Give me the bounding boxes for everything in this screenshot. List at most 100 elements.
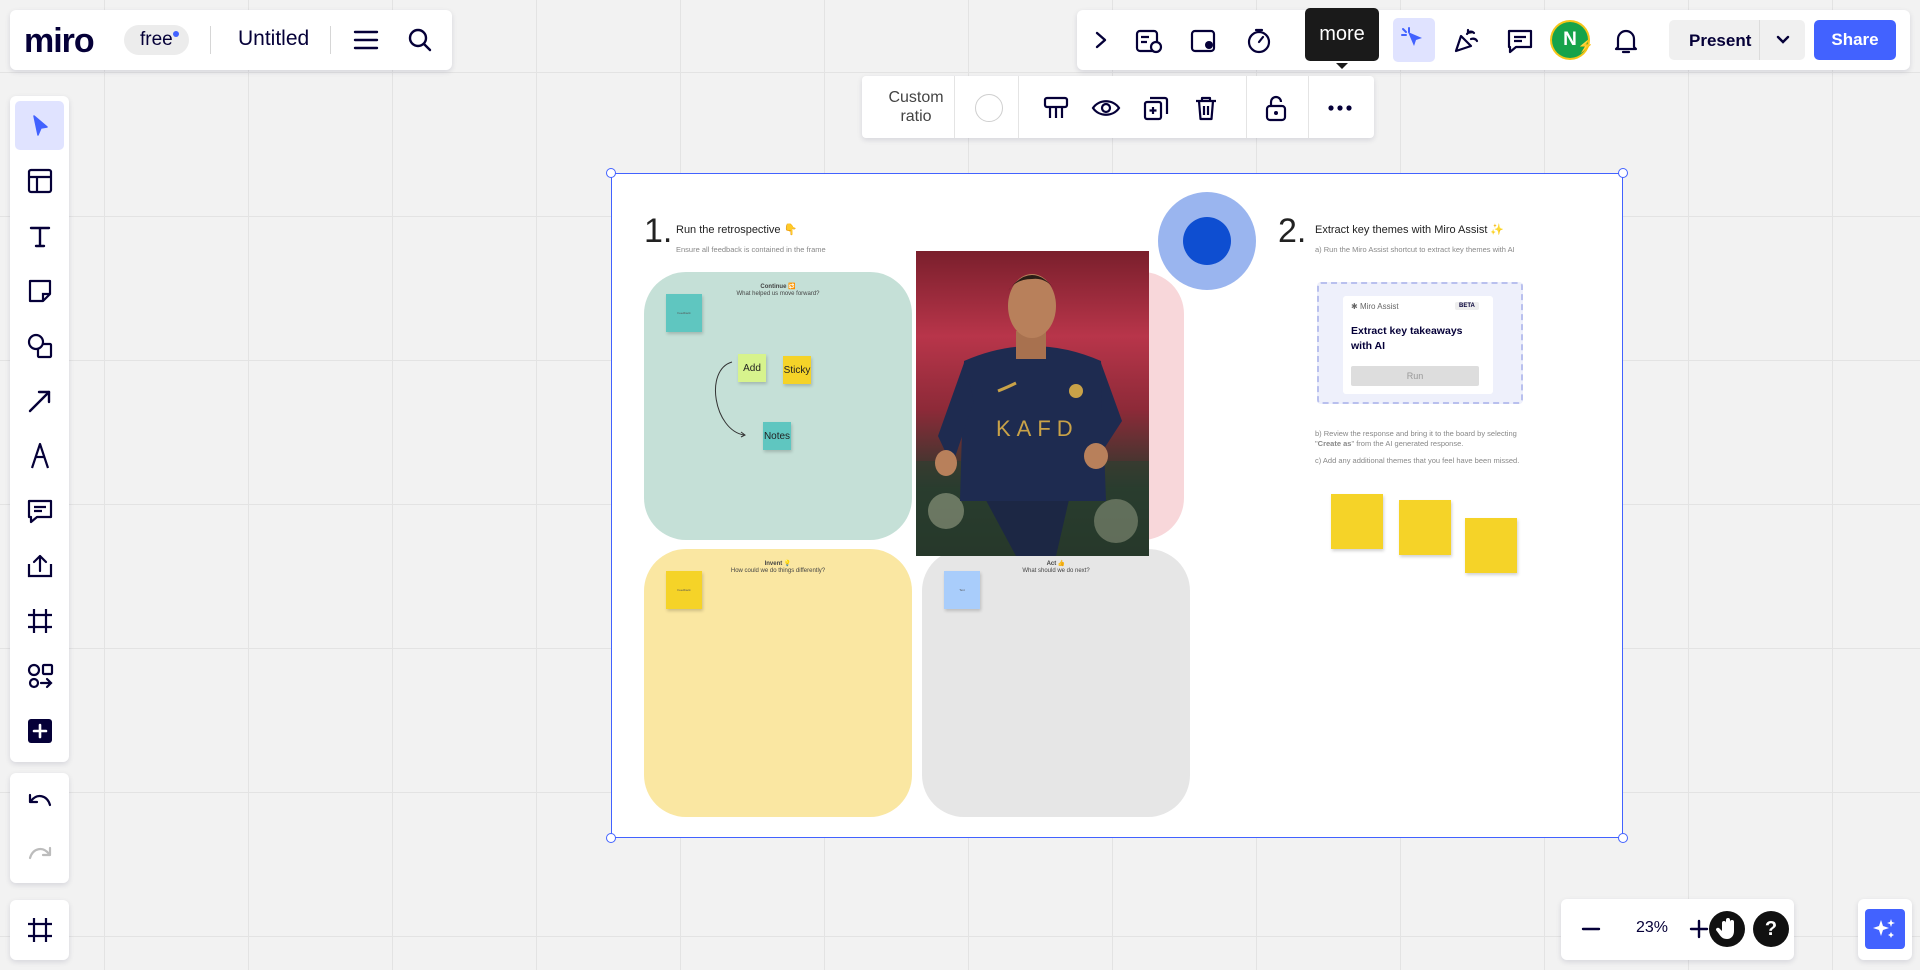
celebrate-icon[interactable] xyxy=(1447,22,1485,60)
invent-title: Invent 💡 xyxy=(764,561,792,567)
notifications-bell-icon[interactable] xyxy=(1607,22,1645,60)
resize-handle-top-right[interactable] xyxy=(1618,168,1628,178)
step-1-number: 1. xyxy=(644,212,673,250)
instruction-b-bold: Create as xyxy=(1317,439,1352,448)
user-avatar[interactable]: N ⚡ xyxy=(1552,22,1594,58)
frame-grid-icon[interactable] xyxy=(1038,90,1074,126)
act-quadrant[interactable]: Act 👍 What should we do next? Text xyxy=(922,549,1190,817)
act-sticky-text: Text xyxy=(959,588,965,592)
flow-sticky-add[interactable]: Add xyxy=(738,354,766,382)
undo-icon[interactable] xyxy=(15,778,64,826)
zoom-level[interactable]: 23% xyxy=(1627,919,1677,937)
instruction-b-suffix: " from the AI generated response. xyxy=(1351,439,1464,448)
cursor-select-icon[interactable] xyxy=(1393,18,1435,62)
aspect-ratio-dropdown[interactable]: Custom ratio xyxy=(872,88,960,126)
assist-brand: Miro Assist xyxy=(1359,302,1399,311)
search-icon[interactable] xyxy=(404,24,436,56)
divider xyxy=(1246,76,1247,138)
redo-icon[interactable] xyxy=(15,831,64,879)
board-title[interactable]: Untitled xyxy=(238,27,309,51)
hamburger-menu-icon[interactable] xyxy=(350,24,382,56)
present-button[interactable]: Present xyxy=(1669,20,1805,60)
eye-icon[interactable] xyxy=(1088,90,1124,126)
upload-icon[interactable] xyxy=(15,541,64,590)
step-2-instruction-b: b) Review the response and bring it to t… xyxy=(1315,429,1527,449)
apps-integrations-icon[interactable] xyxy=(15,651,64,700)
templates-layout-icon[interactable] xyxy=(15,156,64,205)
share-button[interactable]: Share xyxy=(1814,20,1896,60)
assist-run-button[interactable]: Run xyxy=(1351,366,1479,386)
avatar-initial: N xyxy=(1563,29,1577,50)
svg-text:KAFD: KAFD xyxy=(996,416,1079,441)
creation-toolbar xyxy=(10,96,69,762)
zoom-controls: 23% ? xyxy=(1561,899,1794,960)
resize-handle-top-left[interactable] xyxy=(606,168,616,178)
yellow-sticky-3[interactable] xyxy=(1465,518,1517,573)
zoom-out-icon[interactable] xyxy=(1575,913,1607,945)
select-tool-icon[interactable] xyxy=(15,101,64,150)
unlock-icon[interactable] xyxy=(1258,90,1294,126)
miro-assist-panel xyxy=(1858,899,1912,960)
step-2-subtitle: a) Run the Miro Assist shortcut to extra… xyxy=(1315,245,1515,254)
invent-sticky[interactable]: Feedback xyxy=(666,571,702,609)
help-icon[interactable]: ? xyxy=(1753,911,1789,947)
frames-list-icon[interactable] xyxy=(15,905,64,955)
footballer-illustration: KAFD xyxy=(916,274,1149,556)
text-tool-icon[interactable] xyxy=(15,211,64,260)
sparkle-ai-icon[interactable] xyxy=(1865,909,1905,949)
yellow-sticky-2[interactable] xyxy=(1399,500,1451,555)
continue-sticky-text: Feedback xyxy=(677,311,691,315)
duplicate-icon[interactable] xyxy=(1138,90,1174,126)
connection-line-icon[interactable] xyxy=(15,376,64,425)
collaboration-toolbar: N ⚡ Present Share xyxy=(1077,10,1910,70)
shapes-icon[interactable] xyxy=(15,321,64,370)
plan-label: free xyxy=(140,29,173,50)
more-options-icon[interactable] xyxy=(1322,90,1358,126)
continue-sticky[interactable]: Feedback xyxy=(666,294,702,332)
frames-panel xyxy=(10,900,69,960)
step-1-title: Run the retrospective 👇 xyxy=(676,224,798,236)
flow-sticky-sticky[interactable]: Sticky xyxy=(783,356,811,384)
timer-icon[interactable] xyxy=(1240,22,1278,60)
footballer-photo[interactable]: KAFD xyxy=(916,251,1149,556)
yellow-sticky-1[interactable] xyxy=(1331,494,1383,549)
blue-circle-outer[interactable] xyxy=(1158,192,1256,290)
continue-quadrant[interactable]: Continue 🔁 What helped us move forward? … xyxy=(644,272,912,540)
retrospective-frame[interactable]: 1. Run the retrospective 👇 Ensure all fe… xyxy=(611,173,1623,838)
frame-context-toolbar: Custom ratio xyxy=(862,76,1374,138)
hand-pan-icon[interactable] xyxy=(1709,911,1745,947)
miro-logo[interactable]: miro xyxy=(24,22,95,61)
notification-dot xyxy=(172,31,179,37)
step-2-number: 2. xyxy=(1278,212,1307,250)
add-more-tools-icon[interactable] xyxy=(15,706,64,755)
present-options-chevron-down-icon[interactable] xyxy=(1759,20,1806,60)
trash-icon[interactable] xyxy=(1188,90,1224,126)
divider xyxy=(210,26,211,54)
divider xyxy=(1308,76,1309,138)
assist-heading: Extract key takeaways with AI xyxy=(1351,325,1463,352)
act-title: Act 👍 xyxy=(1046,561,1066,567)
fill-color-swatch[interactable] xyxy=(975,94,1003,122)
resize-handle-bottom-left[interactable] xyxy=(606,833,616,843)
plan-badge[interactable]: free xyxy=(124,25,189,55)
chevron-right-icon[interactable] xyxy=(1083,22,1119,58)
invent-quadrant[interactable]: Invent 💡 How could we do things differen… xyxy=(644,549,912,817)
reactions-icon[interactable] xyxy=(1185,22,1223,60)
pen-tool-icon[interactable] xyxy=(15,431,64,480)
history-toolbar xyxy=(10,773,69,883)
divider xyxy=(954,76,955,138)
frame-tool-icon[interactable] xyxy=(15,596,64,645)
comments-icon[interactable] xyxy=(1501,22,1539,60)
templates-icon[interactable] xyxy=(1130,22,1168,60)
sticky-note-icon[interactable] xyxy=(15,266,64,315)
comment-tool-icon[interactable] xyxy=(15,486,64,535)
continue-title: Continue 🔁 xyxy=(760,284,796,290)
resize-handle-bottom-right[interactable] xyxy=(1618,833,1628,843)
board-header: miro free Untitled xyxy=(10,10,452,70)
present-label: Present xyxy=(1689,31,1752,50)
miro-assist-card[interactable]: ✱ Miro Assist BETA Extract key takeaways… xyxy=(1317,282,1523,404)
flow-sticky-notes[interactable]: Notes xyxy=(763,422,791,450)
step-2-instruction-c: c) Add any additional themes that you fe… xyxy=(1315,456,1520,465)
act-sticky[interactable]: Text xyxy=(944,571,980,609)
divider xyxy=(330,26,331,54)
